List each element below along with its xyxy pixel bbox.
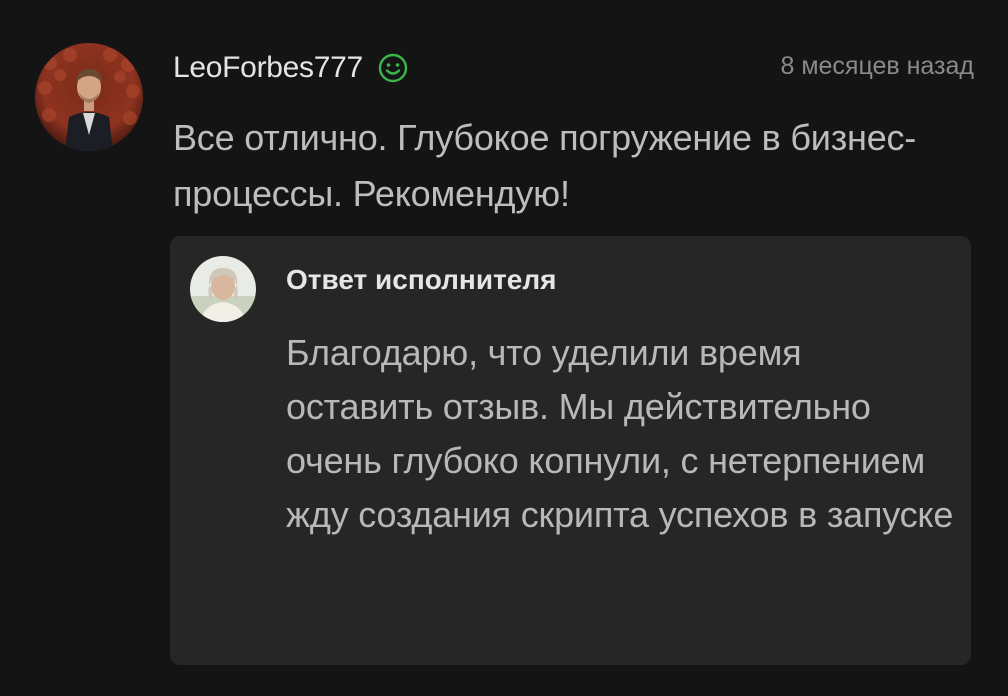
smile-icon <box>377 52 409 84</box>
review-text: Все отлично. Глубокое погружение в бизне… <box>173 117 917 214</box>
author-avatar[interactable] <box>35 43 143 151</box>
review-item: LeoForbes777 8 месяцев назад Все отлично… <box>0 0 1008 696</box>
performer-avatar[interactable] <box>190 256 256 322</box>
performer-reply-card: Ответ исполнителя Благодарю, что уделили… <box>170 236 971 665</box>
author-row: LeoForbes777 <box>173 46 409 90</box>
reply-text: Благодарю, что уделили время оставить от… <box>286 332 954 535</box>
review-timestamp: 8 месяцев назад <box>780 52 974 80</box>
author-name[interactable]: LeoForbes777 <box>173 51 363 85</box>
reply-title: Ответ исполнителя <box>286 264 557 295</box>
